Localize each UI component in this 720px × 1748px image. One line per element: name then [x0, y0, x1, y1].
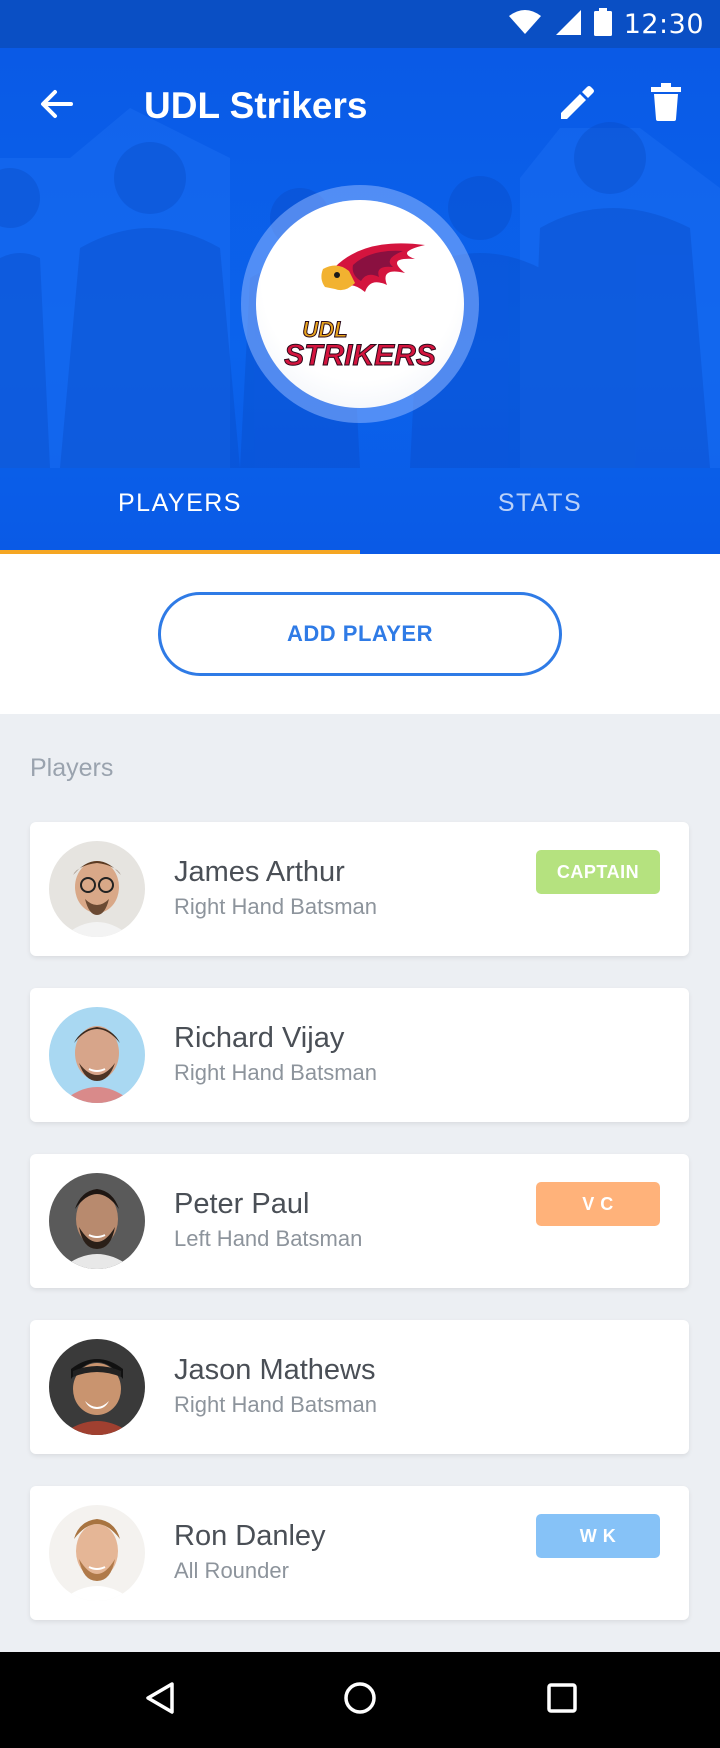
player-name: Richard Vijay	[174, 1022, 345, 1054]
nav-recents-button[interactable]	[534, 1672, 590, 1728]
add-player-button[interactable]: ADD PLAYER	[158, 592, 562, 676]
arrow-back-icon	[39, 89, 73, 124]
recents-square-icon	[546, 1682, 578, 1719]
tab-players[interactable]: PLAYERS	[0, 452, 360, 554]
status-bar: 12:30	[0, 0, 720, 48]
home-circle-icon	[343, 1681, 377, 1720]
pencil-icon	[557, 83, 595, 126]
status-time: 12:30	[623, 8, 704, 40]
player-card[interactable]: James Arthur Right Hand Batsman CAPTAIN	[30, 822, 689, 956]
tab-stats[interactable]: STATS	[360, 452, 720, 554]
player-avatar	[49, 1339, 145, 1435]
player-avatar	[49, 1173, 145, 1269]
add-player-section: ADD PLAYER	[0, 554, 720, 714]
player-role: Right Hand Batsman	[174, 894, 377, 919]
wifi-icon	[508, 9, 542, 40]
edit-button[interactable]	[548, 76, 604, 132]
back-button[interactable]	[28, 78, 84, 134]
wicket-keeper-badge: W K	[536, 1514, 660, 1558]
player-name: James Arthur	[174, 856, 345, 888]
trash-icon	[651, 82, 681, 126]
player-avatar	[49, 1007, 145, 1103]
team-logo: UDL STRIKERS	[241, 185, 479, 423]
player-role: Right Hand Batsman	[174, 1392, 377, 1417]
tab-stats-label: STATS	[497, 488, 583, 517]
delete-button[interactable]	[638, 76, 694, 132]
player-role: Right Hand Batsman	[174, 1060, 377, 1085]
nav-back-button[interactable]	[132, 1672, 188, 1728]
captain-badge: CAPTAIN	[536, 850, 660, 894]
team-header: UDL Strikers UDL STRIKERS PLAYERS STATS	[0, 48, 720, 554]
system-nav-bar	[0, 1652, 720, 1748]
player-role: All Rounder	[174, 1558, 289, 1583]
player-card[interactable]: Jason Mathews Right Hand Batsman	[30, 1320, 689, 1454]
tab-bar: PLAYERS STATS	[0, 452, 720, 554]
player-name: Ron Danley	[174, 1520, 326, 1552]
tab-players-label: PLAYERS	[118, 488, 242, 517]
player-name: Peter Paul	[174, 1188, 310, 1220]
players-section-label: Players	[30, 754, 114, 782]
app-bar: UDL Strikers	[0, 48, 720, 160]
player-avatar	[49, 841, 145, 937]
vice-captain-badge: V C	[536, 1182, 660, 1226]
player-name: Jason Mathews	[174, 1354, 376, 1386]
player-card[interactable]: Peter Paul Left Hand Batsman V C	[30, 1154, 689, 1288]
player-avatar	[49, 1505, 145, 1601]
player-role: Left Hand Batsman	[174, 1226, 363, 1251]
player-card[interactable]: Ron Danley All Rounder W K	[30, 1486, 689, 1620]
team-logo-line1: UDL	[302, 317, 348, 342]
signal-icon	[554, 8, 582, 41]
back-triangle-icon	[144, 1681, 176, 1720]
player-card[interactable]: Richard Vijay Right Hand Batsman	[30, 988, 689, 1122]
battery-icon	[593, 7, 612, 41]
nav-home-button[interactable]	[332, 1672, 388, 1728]
page-title: UDL Strikers	[144, 85, 368, 126]
team-logo-line2: STRIKERS	[284, 339, 437, 372]
